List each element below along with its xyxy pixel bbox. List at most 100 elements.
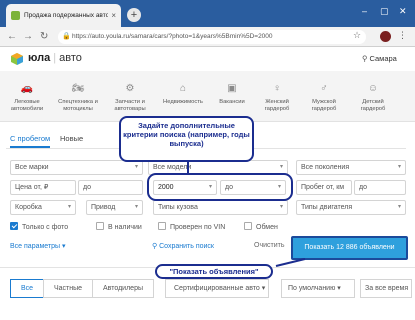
checkbox-icon[interactable] bbox=[244, 222, 252, 230]
youla-logo-icon[interactable] bbox=[10, 52, 24, 66]
profile-avatar[interactable] bbox=[380, 31, 391, 42]
category-jobs[interactable]: ▣ Вакансии bbox=[211, 71, 253, 122]
url-input[interactable]: 🔒 https://auto.youla.ru/samara/cars/?pho… bbox=[58, 30, 366, 44]
vin-checked-label: Проверен по VIN bbox=[170, 224, 226, 231]
mileage-to-placeholder: до bbox=[359, 184, 367, 191]
mileage-to-input[interactable]: до bbox=[354, 180, 406, 195]
all-parameters-link[interactable]: Все параметры ▾ bbox=[10, 242, 66, 250]
forward-icon[interactable]: → bbox=[23, 31, 33, 42]
checkbox-icon[interactable] bbox=[158, 222, 166, 230]
child-icon: ☺ bbox=[367, 83, 379, 94]
category-strip: 🚗 Легковые автомобили 🏍 Спецтехника и мо… bbox=[0, 71, 415, 122]
category-label: Запчасти и автотовары bbox=[114, 99, 146, 112]
brand-name: юла bbox=[28, 52, 51, 64]
reload-icon[interactable]: ↻ bbox=[40, 31, 48, 42]
new-tab-button[interactable]: + bbox=[127, 8, 141, 22]
category-label: Детский гардероб bbox=[360, 99, 386, 112]
sort-select[interactable]: По умолчанию ▾ bbox=[281, 279, 355, 298]
category-women-clothing[interactable]: ♀ Женский гардероб bbox=[256, 71, 298, 122]
shirt-icon: ♂ bbox=[320, 83, 328, 94]
gearbox-select[interactable]: Коробка ▾ bbox=[10, 200, 76, 215]
sort-select-value: По умолчанию bbox=[288, 285, 336, 292]
mileage-from-placeholder: Пробег от, км bbox=[301, 184, 345, 191]
save-search-label: Сохранить поиск bbox=[159, 243, 214, 250]
motorcycle-icon: 🏍 bbox=[71, 83, 85, 94]
category-label: Мужской гардероб bbox=[311, 99, 337, 112]
category-label: Недвижимость bbox=[163, 99, 203, 105]
checkbox-checked-icon[interactable] bbox=[10, 222, 18, 230]
chevron-down-icon: ▾ bbox=[397, 164, 401, 170]
chevron-down-icon: ▾ bbox=[337, 285, 341, 292]
tab-private-sellers[interactable]: Частные bbox=[43, 279, 93, 298]
make-select-value: Все марки bbox=[15, 164, 49, 171]
browser-titlebar: Продажа подержанных автомо × + – ▢ ✕ bbox=[0, 0, 415, 27]
checkbox-icon[interactable] bbox=[96, 222, 104, 230]
year-range-highlight bbox=[147, 173, 293, 201]
window-close-icon[interactable]: ✕ bbox=[399, 6, 407, 17]
chevron-down-icon: ▾ bbox=[261, 285, 266, 292]
address-bar-row: ← → ↻ 🔒 https://auto.youla.ru/samara/car… bbox=[0, 27, 415, 47]
engine-type-select-value: Типы двигателя bbox=[301, 204, 353, 211]
close-tab-icon[interactable]: × bbox=[111, 11, 116, 20]
maximize-icon[interactable]: ▢ bbox=[380, 6, 389, 17]
price-to-placeholder: до bbox=[83, 184, 91, 191]
chevron-down-icon: ▾ bbox=[134, 204, 138, 210]
tab-dealers[interactable]: Автодилеры bbox=[92, 279, 154, 298]
city-name: Самара bbox=[369, 54, 397, 63]
chevron-down-icon: ▾ bbox=[67, 204, 71, 210]
make-select[interactable]: Все марки ▾ bbox=[10, 160, 143, 175]
bookmark-star-icon[interactable]: ☆ bbox=[353, 30, 361, 41]
save-search-link[interactable]: ⚲ Сохранить поиск bbox=[152, 242, 214, 250]
generation-select-value: Все поколения bbox=[301, 164, 350, 171]
chevron-down-icon: ▾ bbox=[62, 243, 66, 250]
period-select[interactable]: За все время bbox=[360, 279, 412, 298]
price-from-placeholder: Цена от, ₽ bbox=[15, 184, 49, 191]
wrench-icon: ⚙ bbox=[125, 83, 135, 94]
body-type-select[interactable]: Типы кузова ▾ bbox=[153, 200, 288, 215]
tab-new[interactable]: Новые bbox=[60, 134, 83, 143]
price-to-input[interactable]: до bbox=[78, 180, 143, 195]
site-brand[interactable]: юла | авто bbox=[28, 52, 82, 64]
category-men-clothing[interactable]: ♂ Мужской гардероб bbox=[303, 71, 345, 122]
city-selector[interactable]: ⚲ Самара bbox=[362, 54, 397, 63]
tab-all-sellers[interactable]: Все bbox=[10, 279, 44, 298]
category-special-vehicles[interactable]: 🏍 Спецтехника и мотоциклы bbox=[52, 71, 104, 122]
tab-used[interactable]: С пробегом bbox=[10, 134, 50, 143]
browser-menu-icon[interactable]: ⋮ bbox=[398, 30, 407, 41]
search-icon: ⚲ bbox=[152, 243, 158, 250]
back-icon[interactable]: ← bbox=[7, 31, 17, 42]
in-stock-checkbox[interactable]: В наличии bbox=[96, 222, 142, 231]
category-parts[interactable]: ⚙ Запчасти и автотовары bbox=[107, 71, 153, 122]
mileage-from-input[interactable]: Пробег от, км bbox=[296, 180, 352, 195]
brand-subtitle: авто bbox=[59, 52, 82, 64]
exchange-checkbox[interactable]: Обмен bbox=[244, 222, 278, 231]
category-label: Спецтехника и мотоциклы bbox=[58, 99, 98, 112]
category-kids-clothing[interactable]: ☺ Детский гардероб bbox=[351, 71, 395, 122]
browser-tab-title: Продажа подержанных автомо bbox=[24, 12, 109, 19]
price-from-input[interactable]: Цена от, ₽ bbox=[10, 180, 76, 195]
category-cars[interactable]: 🚗 Легковые автомобили bbox=[6, 71, 48, 122]
photo-only-checkbox[interactable]: Только с фото bbox=[10, 222, 68, 231]
site-favicon bbox=[11, 11, 20, 20]
chevron-down-icon: ▾ bbox=[397, 204, 401, 210]
gearbox-select-value: Коробка bbox=[15, 204, 42, 211]
url-text: https://auto.youla.ru/samara/cars/?photo… bbox=[72, 33, 273, 40]
annotation-callout-filters: Задайте дополнительные критерии поиска (… bbox=[119, 116, 254, 162]
briefcase-icon: ▣ bbox=[227, 83, 237, 94]
generation-select[interactable]: Все поколения ▾ bbox=[296, 160, 406, 175]
dress-icon: ♀ bbox=[273, 83, 281, 94]
drive-select[interactable]: Привод ▾ bbox=[86, 200, 143, 215]
location-pin-icon: ⚲ bbox=[362, 54, 368, 63]
minimize-icon[interactable]: – bbox=[362, 6, 367, 16]
chevron-down-icon: ▾ bbox=[134, 164, 138, 170]
category-real-estate[interactable]: ⌂ Недвижимость bbox=[156, 71, 210, 122]
certified-select-value: Сертифицированные авто bbox=[174, 285, 260, 292]
vin-checked-checkbox[interactable]: Проверен по VIN bbox=[158, 222, 225, 231]
all-parameters-label: Все параметры bbox=[10, 243, 61, 250]
engine-type-select[interactable]: Типы двигателя ▾ bbox=[296, 200, 406, 215]
house-icon: ⌂ bbox=[179, 83, 187, 94]
certified-select[interactable]: Сертифицированные авто ▾ bbox=[165, 279, 269, 298]
browser-tab[interactable]: Продажа подержанных автомо × bbox=[6, 4, 121, 27]
show-listings-button[interactable]: Показать 12 886 объявлени bbox=[291, 236, 408, 260]
clear-filters-link[interactable]: Очистить bbox=[254, 242, 284, 249]
